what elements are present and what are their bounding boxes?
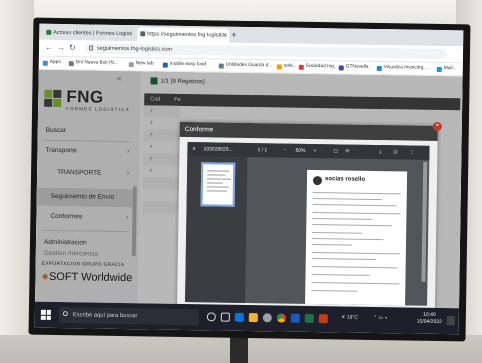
taskbar-clock[interactable]: 10:40 15/04/2022 — [417, 312, 442, 326]
bookmark-label: Visualiza Invoicing... — [383, 65, 428, 71]
tab-label: https://seguimientos.fng-logistics — [147, 31, 227, 39]
favicon-icon — [46, 29, 52, 35]
pdf-filename: 103028020... — [203, 146, 233, 153]
monitor-stand — [230, 335, 248, 363]
reload-icon[interactable]: ↻ — [69, 42, 76, 54]
tab-seguimientos[interactable]: https://seguimientos.fng-logistics × — [137, 27, 230, 43]
windows-start-icon[interactable] — [40, 309, 51, 320]
rotate-icon[interactable]: ⟳ — [345, 145, 349, 159]
menu-icon[interactable]: ≡ — [192, 142, 195, 156]
clock-date: 15/04/2022 — [416, 318, 442, 326]
tab-acceso-clientes[interactable]: Acceso clientes | Formes Logisti — [43, 26, 135, 41]
taskbar-search-input[interactable]: Escribe aquí para buscar — [58, 307, 199, 326]
bookmark-label: GTNovella — [345, 64, 369, 70]
monitor-bezel: Acceso clientes | Formes Logisti https:/… — [28, 17, 471, 342]
forward-arrow-icon[interactable]: → — [57, 42, 65, 54]
chevron-up-icon: ⌃ — [372, 314, 378, 322]
more-options-icon[interactable]: ⋮ — [409, 146, 414, 160]
fit-page-icon[interactable]: ▢ — [333, 144, 338, 158]
download-icon[interactable]: ⤓ — [379, 145, 381, 159]
bookmark-label: Sociedad Ing... — [305, 63, 338, 70]
conforme-modal: Conforme ≡ 103028020... 1 / 1 − 60% + ▢ … — [176, 121, 442, 316]
lock-icon — [89, 45, 94, 51]
bookmark-icon — [218, 63, 224, 69]
bookmark-label: Mail... — [443, 66, 457, 72]
network-icon: ▭ — [378, 315, 384, 322]
chrome-icon[interactable] — [276, 313, 286, 323]
bookmark-icon — [162, 62, 168, 68]
settings-gear-icon[interactable] — [262, 313, 272, 323]
bookmark-visualiza[interactable]: Visualiza Invoicing... — [376, 63, 428, 74]
bookmark-mail[interactable]: Mail... — [436, 64, 457, 74]
bookmark-icon — [298, 64, 304, 70]
bookmark-mobile-easy-food[interactable]: mobile easy food — [162, 60, 207, 71]
bookmark-label: Utilidades Guarda d... — [225, 62, 273, 69]
address-bar[interactable]: seguimientos.fng-logistics.com — [84, 43, 448, 60]
bookmark-label: New tab — [135, 61, 154, 67]
bookmark-sala[interactable]: sala... — [276, 61, 297, 71]
search-placeholder: Escribe aquí para buscar — [72, 312, 138, 320]
excel-icon[interactable] — [304, 313, 314, 324]
powerpoint-icon[interactable] — [318, 314, 328, 324]
notification-icon[interactable] — [446, 316, 455, 326]
pdf-page-indicator: 1 / 1 — [257, 147, 268, 154]
word-icon[interactable] — [290, 313, 300, 323]
bookmark-icon — [128, 61, 134, 67]
teams-icon[interactable] — [234, 312, 244, 322]
back-arrow-icon[interactable]: ← — [45, 42, 53, 54]
apps-grid-icon — [42, 60, 48, 66]
pdf-thumbnail-page[interactable] — [200, 162, 236, 207]
task-view-icon[interactable] — [220, 312, 230, 322]
bookmark-label: sala... — [283, 63, 297, 69]
weather-indicator[interactable]: ☀ 19°C — [341, 314, 358, 320]
bookmark-icon — [276, 63, 282, 69]
bookmark-icon — [338, 64, 344, 70]
pdf-thumbnails — [185, 156, 248, 303]
bookmark-icon — [376, 65, 382, 71]
pdf-scrollbar[interactable] — [421, 161, 428, 282]
weather-temp: 19°C — [346, 314, 358, 321]
cortana-icon[interactable] — [206, 312, 216, 322]
bookmark-apps[interactable]: Apps — [42, 58, 61, 68]
modal-title: Conforme — [179, 121, 438, 141]
bookmark-label: Apps — [49, 59, 61, 66]
bookmark-icon — [436, 66, 442, 72]
document-logo-text: socias rosello — [324, 176, 366, 183]
bookmark-icon — [68, 60, 74, 66]
pdf-document-page: socias rosello — [305, 169, 408, 306]
windows-taskbar: Escribe aquí para buscar ☀ 19°C ⌃ ▭ ◖ 10… — [34, 301, 460, 335]
new-tab-button[interactable]: + — [231, 29, 236, 41]
modal-box: Conforme ≡ 103028020... 1 / 1 − 60% + ▢ … — [176, 121, 438, 316]
close-modal-button[interactable]: × — [432, 121, 442, 132]
tray-icons[interactable]: ⌃ ▭ ◖ — [373, 315, 388, 321]
favicon-icon — [140, 31, 146, 37]
weather-icon: ☀ — [340, 314, 346, 321]
bookmark-dni[interactable]: Dni Nueva Boli (N... — [68, 58, 118, 69]
bookmark-sociedad[interactable]: Sociedad Ing... — [298, 62, 338, 73]
file-explorer-icon[interactable] — [248, 313, 258, 323]
pdf-viewer: ≡ 103028020... 1 / 1 − 60% + ▢ ⟳ ⤓ ⎙ ⋮ s… — [185, 142, 430, 306]
bookmark-gtnovella[interactable]: GTNovella — [338, 62, 369, 72]
bookmark-label: mobile easy food — [169, 61, 207, 68]
document-logo-icon — [312, 175, 323, 186]
monitor-screen: Acceso clientes | Formes Logisti https:/… — [34, 23, 464, 335]
zoom-in-icon[interactable]: + — [313, 144, 316, 158]
print-icon[interactable]: ⎙ — [393, 145, 397, 159]
bookmark-label: Dni Nueva Boli (N... — [75, 60, 118, 66]
search-icon — [62, 311, 68, 317]
zoom-out-icon[interactable]: − — [283, 144, 286, 158]
bookmark-utilidades[interactable]: Utilidades Guarda d... — [218, 61, 273, 72]
close-tab-icon[interactable]: × — [223, 29, 227, 43]
url-text: seguimientos.fng-logistics.com — [96, 45, 172, 53]
bookmark-new-tab[interactable]: New tab — [128, 59, 154, 69]
volume-icon: ◖ — [384, 315, 388, 322]
tab-label: Acceso clientes | Formes Logisti — [53, 29, 133, 38]
pdf-zoom: 60% — [295, 147, 306, 154]
